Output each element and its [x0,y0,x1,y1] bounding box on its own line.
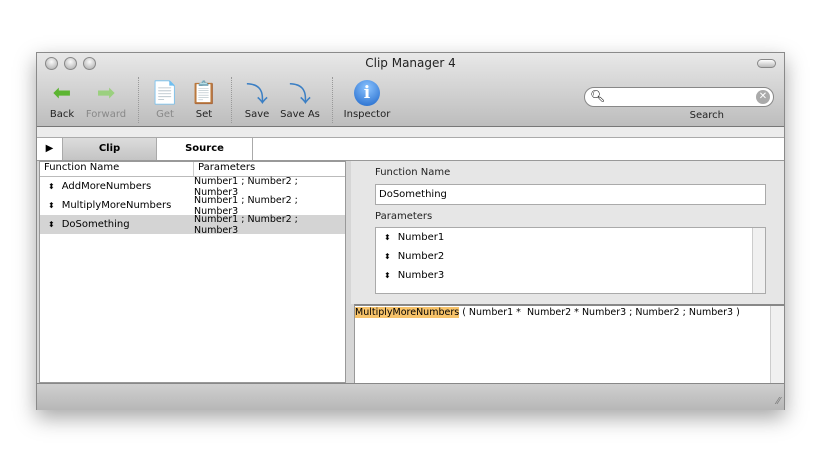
highlighted-function: MultiplyMoreNumbers [355,307,460,318]
forward-button[interactable]: ➡ Forward [81,79,131,121]
function-name-field[interactable]: DoSomething [375,184,766,205]
drag-handle-icon[interactable]: ⬍ [48,201,55,210]
drag-handle-icon[interactable]: ⬍ [384,233,391,242]
drag-handle-icon[interactable]: ⬍ [48,182,55,191]
set-clipboard-icon: 📋 [190,80,218,106]
app-window: Clip Manager 4 ⬅ Back ➡ Forward 📄 Get 📋 Set … [36,52,785,410]
save-label: Save [244,109,270,120]
clear-search-icon[interactable]: ✕ [756,90,770,104]
list-item[interactable]: ⬍ Number2 [376,247,765,266]
function-name: AddMoreNumbers [61,181,152,192]
get-clipboard-icon: 📄 [151,80,179,106]
splitter-handle[interactable] [37,127,784,138]
search-input[interactable]: 🔍︎ ✕ [584,87,774,107]
forward-arrow-icon: ➡ [96,80,116,106]
table-row-selected[interactable]: ⬍ DoSomething Number1 ; Number2 ; Number3 [40,213,345,236]
search-icon: 🔍︎ [590,89,606,103]
forward-label: Forward [85,109,127,120]
tab-bar: ▶ Clip Source [37,138,784,161]
column-header-parameters[interactable]: Parameters [194,162,345,176]
info-icon: i [353,79,381,107]
toolbar-separator [138,77,139,123]
tab-source[interactable]: Source [157,138,253,160]
function-name: DoSomething [61,219,130,230]
inspector-button[interactable]: i Inspector [337,79,397,120]
toolbar: Clip Manager 4 ⬅ Back ➡ Forward 📄 Get 📋 Set … [37,53,784,127]
scrollbar[interactable] [770,306,784,383]
drag-handle-icon[interactable]: ⬍ [384,252,391,261]
save-as-button[interactable]: ⤵ Save As [275,79,325,120]
table-row[interactable]: ⬍ AddMoreNumbers Number1 ; Number2 ; Numbe… [40,176,345,198]
function-params: Number1 ; Number2 ; Number3 [194,213,298,236]
code-editor[interactable]: MultiplyMoreNumbers ( Number1 * Number2 … [354,304,784,383]
save-as-drive-icon: ⤵ [288,83,311,108]
status-bar: ⁄⁄ [37,383,784,410]
toolbar-toggle-button[interactable] [757,59,776,68]
parameters-label: Parameters [375,211,433,222]
scrollbar[interactable] [752,228,765,293]
function-list: Function Name Parameters ⬍ AddMoreNumbers… [39,161,346,383]
list-item[interactable]: ⬍ Number1 [376,228,765,247]
inspector-label: Inspector [343,109,391,120]
detail-panel: Function Name DoSomething Parameters ⬍ Nu… [351,161,784,304]
back-arrow-icon: ⬅ [52,80,72,106]
parameter-name: Number1 [397,232,445,243]
parameters-list: ⬍ Number1 ⬍ Number2 ⬍ Number3 [375,227,766,294]
save-drive-icon: ⤵ [245,83,268,108]
column-header-function-name[interactable]: Function Name [40,162,194,176]
tab-clip[interactable]: Clip [63,138,157,160]
set-button[interactable]: 📋 Set [179,79,229,121]
code-text: ( Number1 * Number2 * Number3 ; Number2 … [459,307,740,318]
save-as-label: Save As [280,109,320,120]
back-label: Back [49,109,75,120]
set-label: Set [195,109,213,120]
function-name-label: Function Name [375,167,451,178]
list-item[interactable]: ⬍ Number3 [376,266,765,285]
parameter-name: Number3 [397,270,445,281]
search-label: Search [689,110,724,121]
back-button[interactable]: ⬅ Back [37,79,87,121]
toolbar-separator [332,77,333,123]
parameter-name: Number2 [397,251,445,262]
window-title: Clip Manager 4 [365,56,456,70]
get-label: Get [156,109,174,120]
drag-handle-icon[interactable]: ⬍ [384,271,391,280]
resize-grip-icon[interactable]: ⁄⁄ [777,396,780,407]
function-name: MultiplyMoreNumbers [61,200,172,211]
table-row[interactable]: ⬍ MultiplyMoreNumbers Number1 ; Number2 ; … [40,195,345,217]
disclosure-triangle-icon[interactable]: ▶ [37,138,63,160]
drag-handle-icon[interactable]: ⬍ [48,220,55,229]
